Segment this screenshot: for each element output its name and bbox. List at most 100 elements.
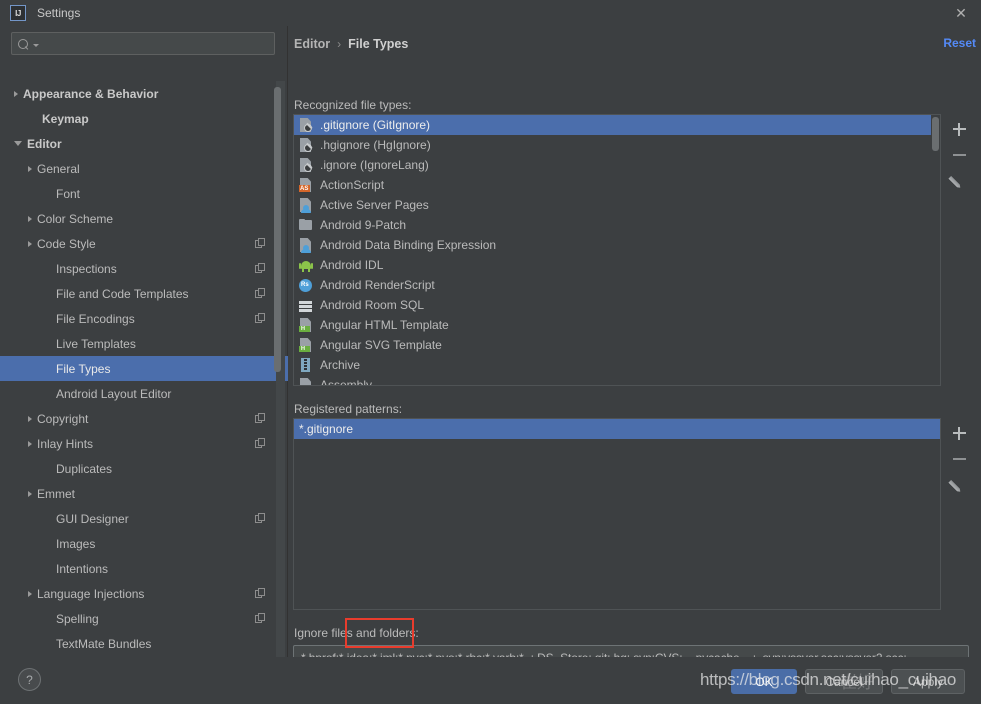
copy-scheme-icon[interactable] [255, 438, 266, 449]
sidebar-item-emmet[interactable]: Emmet [0, 481, 288, 506]
file-type-row[interactable]: .gitignore (GitIgnore) [294, 115, 940, 135]
sidebar-item-label: Duplicates [56, 461, 113, 476]
sidebar-scrollbar-thumb[interactable] [274, 87, 281, 372]
file-types-scrollbar-thumb[interactable] [932, 117, 939, 151]
search-box[interactable] [11, 32, 275, 55]
pattern-row[interactable]: *.gitignore [294, 419, 940, 439]
add-file-type-button[interactable] [946, 116, 972, 142]
copy-scheme-icon[interactable] [255, 588, 266, 599]
file-type-row[interactable]: Android Room SQL [294, 295, 940, 315]
file-type-row[interactable]: Android IDL [294, 255, 940, 275]
reset-link[interactable]: Reset [943, 36, 976, 50]
help-button[interactable]: ? [18, 668, 41, 691]
sidebar-item-live-templates[interactable]: Live Templates [0, 331, 288, 356]
file-type-name: Active Server Pages [320, 198, 429, 212]
file-type-row[interactable]: .ignore (IgnoreLang) [294, 155, 940, 175]
sidebar-item-duplicates[interactable]: Duplicates [0, 456, 288, 481]
file-type-name: .gitignore (GitIgnore) [320, 118, 431, 132]
intellij-logo-icon: IJ [10, 5, 26, 21]
breadcrumb-item-editor[interactable]: Editor [294, 37, 330, 51]
sidebar-item-label: Font [56, 186, 81, 201]
file-type-name: ActionScript [320, 178, 385, 192]
chevron-right-icon[interactable] [28, 415, 32, 422]
sidebar-item-android-layout-editor[interactable]: Android Layout Editor [0, 381, 288, 406]
file-types-scrollbar-track[interactable] [931, 115, 940, 385]
sidebar-item-font[interactable]: Font [0, 181, 288, 206]
sidebar-item-file-types[interactable]: File Types [0, 356, 288, 381]
sidebar-item-images[interactable]: Images [0, 531, 288, 556]
remove-pattern-button[interactable] [946, 446, 972, 472]
sidebar-item-intentions[interactable]: Intentions [0, 556, 288, 581]
file-type-name: Assembly [320, 378, 373, 386]
plus-icon [952, 122, 966, 136]
copy-scheme-icon[interactable] [255, 513, 266, 524]
sidebar-item-language-injections[interactable]: Language Injections [0, 581, 288, 606]
edit-pattern-button[interactable] [946, 472, 972, 498]
file-type-row[interactable]: Android Data Binding Expression [294, 235, 940, 255]
recognized-file-types-list[interactable]: .gitignore (GitIgnore) .hgignore (HgIgnor… [293, 114, 941, 386]
apply-button[interactable]: Apply [891, 669, 965, 694]
search-area [0, 26, 287, 55]
chevron-right-icon[interactable] [28, 490, 32, 497]
title-bar: IJ Settings ✕ [0, 0, 981, 26]
chevron-right-icon[interactable] [14, 90, 18, 97]
add-pattern-button[interactable] [946, 420, 972, 446]
file-type-name: Android 9-Patch [320, 218, 407, 232]
chevron-down-icon[interactable] [14, 141, 22, 146]
cancel-button[interactable]: Cancel [805, 669, 883, 694]
breadcrumb-item-file-types: File Types [348, 37, 409, 51]
sidebar-item-spelling[interactable]: Spelling [0, 606, 288, 631]
chevron-right-icon[interactable] [28, 215, 32, 222]
ignore-file-icon [298, 157, 314, 173]
file-type-name: Android RenderScript [320, 278, 435, 292]
file-type-row[interactable]: Archive [294, 355, 940, 375]
registered-patterns-list[interactable]: *.gitignore [293, 418, 941, 610]
search-input[interactable] [39, 36, 268, 51]
sidebar-item-color-scheme[interactable]: Color Scheme [0, 206, 288, 231]
sidebar-item-editor[interactable]: Editor [0, 131, 288, 156]
sidebar-item-label: Live Templates [56, 336, 136, 351]
sidebar-item-appearance-behavior[interactable]: Appearance & Behavior [0, 81, 288, 106]
sidebar-item-gui-designer[interactable]: GUI Designer [0, 506, 288, 531]
file-type-row[interactable]: .hgignore (HgIgnore) [294, 135, 940, 155]
close-icon[interactable]: ✕ [951, 4, 971, 22]
ok-button[interactable]: OK [731, 669, 797, 694]
sidebar-item-inlay-hints[interactable]: Inlay Hints [0, 431, 288, 456]
sidebar-item-label: Appearance & Behavior [23, 86, 159, 101]
file-type-row[interactable]: H Angular SVG Template [294, 335, 940, 355]
sidebar-item-textmate-bundles[interactable]: TextMate Bundles [0, 631, 288, 656]
file-type-row[interactable]: H Angular HTML Template [294, 315, 940, 335]
copy-scheme-icon[interactable] [255, 313, 266, 324]
copy-scheme-icon[interactable] [255, 413, 266, 424]
copy-scheme-icon[interactable] [255, 613, 266, 624]
archive-icon [298, 357, 314, 373]
ignore-files-label: Ignore files and folders: [294, 626, 419, 640]
sidebar-item-label: Editor [27, 136, 62, 151]
file-type-row[interactable]: AS ActionScript [294, 175, 940, 195]
chevron-right-icon[interactable] [28, 440, 32, 447]
sidebar-item-file-encodings[interactable]: File Encodings [0, 306, 288, 331]
patterns-toolbar [945, 420, 973, 498]
settings-tree[interactable]: Appearance & Behavior Keymap Editor General… [0, 81, 288, 657]
file-type-row[interactable]: Active Server Pages [294, 195, 940, 215]
sidebar-item-file-and-code-templates[interactable]: File and Code Templates [0, 281, 288, 306]
sidebar-item-general[interactable]: General [0, 156, 288, 181]
sidebar-item-code-style[interactable]: Code Style [0, 231, 288, 256]
sidebar-item-inspections[interactable]: Inspections [0, 256, 288, 281]
remove-file-type-button[interactable] [946, 142, 972, 168]
chevron-right-icon[interactable] [28, 240, 32, 247]
chevron-right-icon[interactable] [28, 165, 32, 172]
sidebar-item-keymap[interactable]: Keymap [0, 106, 288, 131]
copy-scheme-icon[interactable] [255, 238, 266, 249]
edit-file-type-button[interactable] [946, 168, 972, 194]
file-type-row[interactable]: Android 9-Patch [294, 215, 940, 235]
chevron-right-icon[interactable] [28, 590, 32, 597]
minus-icon [952, 153, 966, 157]
copy-scheme-icon[interactable] [255, 288, 266, 299]
sidebar-item-copyright[interactable]: Copyright [0, 406, 288, 431]
file-type-row[interactable]: Rs Android RenderScript [294, 275, 940, 295]
copy-scheme-icon[interactable] [255, 263, 266, 274]
sidebar-scrollbar-track[interactable] [274, 81, 285, 657]
assembly-icon [298, 377, 314, 385]
file-type-row[interactable]: Assembly [294, 375, 940, 386]
